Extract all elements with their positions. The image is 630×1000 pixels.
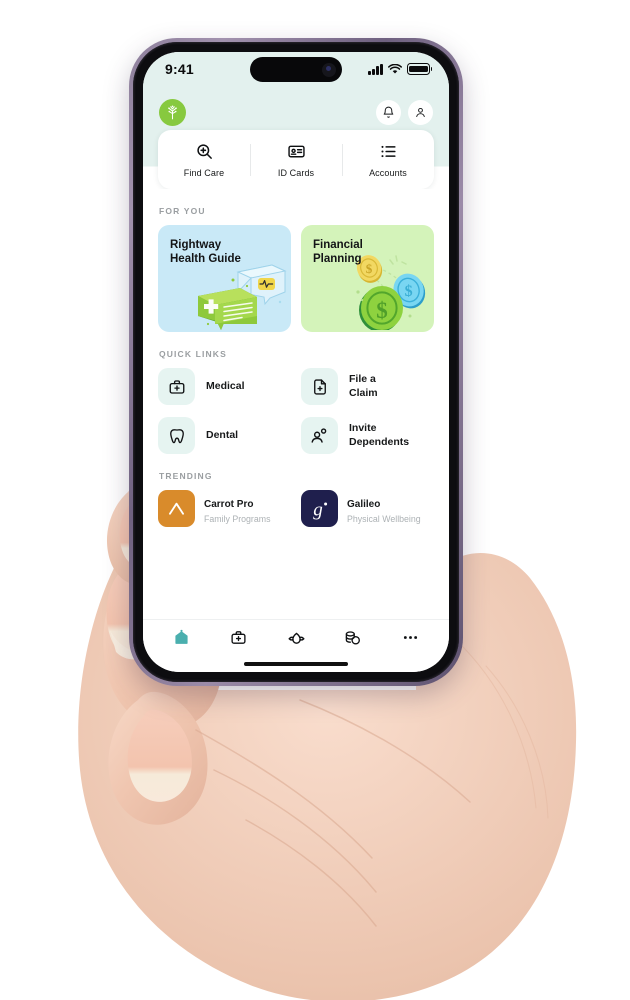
svg-text:g: g — [313, 499, 323, 520]
status-time: 9:41 — [165, 61, 194, 77]
for-you-card-title: Rightway Health Guide — [170, 239, 241, 266]
front-camera-icon — [322, 62, 336, 77]
nav-finance[interactable] — [325, 629, 382, 647]
tree-logo[interactable] — [159, 99, 186, 126]
quick-link-label: Dental — [206, 428, 239, 441]
section-title-quick-links: QUICK LINKS — [159, 349, 227, 359]
for-you-card-financial-planning[interactable]: Financial Planning $ $ $ — [301, 225, 434, 332]
trending-title: Galileo — [347, 498, 381, 510]
app-header — [143, 86, 449, 130]
notifications-button[interactable] — [376, 100, 401, 125]
medical-bag-icon — [158, 368, 195, 405]
quick-action-accounts[interactable]: Accounts — [342, 142, 434, 178]
person-icon — [416, 107, 425, 118]
for-you-card-title: Financial Planning — [313, 239, 363, 266]
tooth-icon — [158, 417, 195, 454]
quick-link-medical[interactable]: Medical — [158, 368, 291, 405]
trending-subtitle: Physical Wellbeing — [347, 513, 421, 524]
medical-bag-icon — [231, 631, 246, 644]
trending-card-carrot-pro[interactable]: Carrot Pro Family Programs — [158, 490, 291, 527]
nav-wellness[interactable] — [267, 628, 324, 647]
id-card-icon — [287, 145, 305, 158]
cellular-bars-icon — [368, 63, 383, 75]
galileo-logo: g — [301, 490, 338, 527]
chat-bubbles-medical-illustration — [198, 264, 287, 330]
quick-action-label: Find Care — [183, 168, 225, 178]
svg-text:$: $ — [376, 298, 388, 323]
wifi-icon — [388, 63, 402, 74]
quick-actions-wrap: Find Care ID Cards Accounts — [143, 130, 449, 189]
list-icon — [380, 145, 396, 158]
trending-row: Carrot Pro Family Programs g Galileo Phy… — [158, 490, 434, 527]
svg-text:$: $ — [405, 283, 413, 300]
quick-links-grid: Medical File a Claim Dental Invite Depen… — [158, 368, 434, 454]
nav-more[interactable] — [382, 628, 439, 647]
home-indicator — [143, 655, 449, 672]
status-indicators — [368, 63, 430, 75]
bottom-navigation — [143, 619, 449, 655]
for-you-card-health-guide[interactable]: Rightway Health Guide — [158, 225, 291, 332]
quick-action-label: Accounts — [369, 168, 407, 178]
home-icon — [175, 629, 188, 644]
people-add-icon — [301, 417, 338, 454]
phone-screen: 9:41 Find Care ID Cards Accounts FOR YOU… — [143, 52, 449, 672]
trending-subtitle: Family Programs — [204, 513, 271, 524]
quick-action-find-care[interactable]: Find Care — [158, 142, 250, 178]
for-you-cards: Rightway Health Guide Financial Planning… — [158, 225, 434, 332]
section-title-for-you: FOR YOU — [159, 206, 206, 216]
battery-full-icon — [407, 63, 430, 75]
ellipsis-icon — [403, 636, 417, 639]
dynamic-island — [250, 57, 342, 82]
trending-card-galileo[interactable]: g Galileo Physical Wellbeing — [301, 490, 434, 527]
status-bar: 9:41 — [143, 52, 449, 86]
quick-link-label: Medical — [206, 379, 245, 392]
search-plus-icon — [196, 144, 212, 159]
nav-home[interactable] — [153, 629, 210, 646]
quick-action-id-cards[interactable]: ID Cards — [250, 142, 342, 178]
coins-icon — [345, 630, 361, 645]
quick-link-dental[interactable]: Dental — [158, 417, 291, 454]
carrot-pro-logo — [158, 490, 195, 527]
quick-link-label: Invite Dependents — [349, 422, 410, 448]
profile-button[interactable] — [408, 100, 433, 125]
section-title-trending: TRENDING — [159, 471, 213, 481]
header-actions — [376, 100, 433, 125]
app-content: FOR YOU Rightway Health Guide Financial … — [143, 189, 449, 619]
trending-title: Carrot Pro — [204, 498, 254, 510]
quick-action-label: ID Cards — [277, 168, 315, 178]
quick-link-label: File a Claim — [349, 373, 378, 399]
phone-device: 9:41 Find Care ID Cards Accounts FOR YOU… — [129, 38, 463, 686]
quick-link-invite-dependents[interactable]: Invite Dependents — [301, 417, 434, 454]
phone-bezel: 9:41 Find Care ID Cards Accounts FOR YOU… — [133, 42, 459, 682]
nav-medical[interactable] — [210, 629, 267, 646]
quick-actions-card: Find Care ID Cards Accounts — [158, 130, 434, 189]
lotus-icon — [288, 632, 304, 644]
quick-link-file-a-claim[interactable]: File a Claim — [301, 368, 434, 405]
file-plus-icon — [301, 368, 338, 405]
bell-icon — [383, 106, 394, 118]
